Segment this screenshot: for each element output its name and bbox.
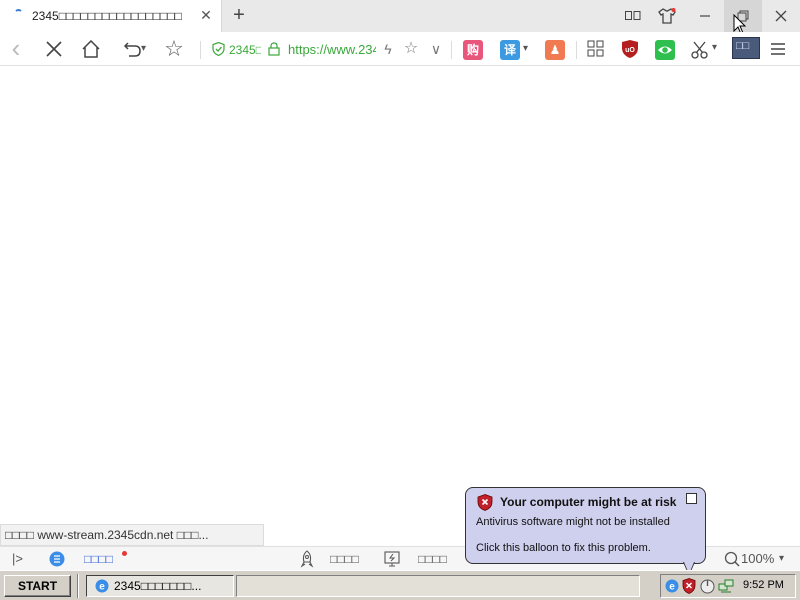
balloon-close-button[interactable] bbox=[686, 493, 697, 504]
tab-list-icon bbox=[625, 11, 641, 20]
translate-extension-icon[interactable]: 译 bbox=[500, 40, 520, 60]
loading-spinner-icon bbox=[14, 9, 23, 18]
screen-capture-icon[interactable] bbox=[384, 551, 400, 567]
bookmark-star-icon[interactable]: ☆ bbox=[403, 40, 419, 58]
balloon-title: Your computer might be at risk bbox=[500, 495, 677, 509]
ublock-shield-icon: uO bbox=[622, 40, 638, 58]
lightning-icon[interactable]: ϟ bbox=[380, 40, 396, 58]
security-shield-icon bbox=[212, 42, 225, 56]
ublock-label: uO bbox=[625, 47, 635, 54]
screenshot-label[interactable]: □□□□ bbox=[418, 551, 447, 567]
undo-icon bbox=[123, 42, 141, 57]
taskbar-window-label: 2345□□□□□□□... bbox=[114, 579, 202, 593]
screenshot-button[interactable]: ▾ bbox=[690, 40, 720, 60]
apps-button[interactable] bbox=[587, 40, 607, 60]
divider bbox=[576, 41, 577, 59]
security-center-shield-icon bbox=[477, 494, 493, 511]
svg-text:e: e bbox=[99, 582, 105, 593]
new-tab-button[interactable]: + bbox=[228, 4, 250, 26]
news-icon[interactable] bbox=[49, 551, 65, 567]
hamburger-icon bbox=[771, 43, 785, 55]
stop-icon bbox=[46, 41, 62, 57]
svg-text:e: e bbox=[669, 582, 675, 593]
security-alert-balloon[interactable]: Your computer might be at risk Antivirus… bbox=[465, 487, 706, 564]
close-window-button[interactable] bbox=[762, 0, 800, 32]
status-url-tooltip: □□□□ www-stream.2345cdn.net □□□... bbox=[0, 524, 264, 546]
stop-button[interactable] bbox=[42, 37, 66, 61]
power-tray-icon[interactable] bbox=[700, 578, 715, 594]
browser-e-icon: e bbox=[95, 579, 109, 593]
zoom-icon[interactable] bbox=[724, 551, 740, 567]
main-menu-button[interactable] bbox=[770, 42, 790, 58]
rocket-icon[interactable] bbox=[300, 550, 314, 568]
zoom-dropdown-icon[interactable]: ▾ bbox=[779, 551, 784, 567]
taskbar: START e 2345□□□□□□□... e 9:52 PM bbox=[0, 570, 800, 600]
news-label[interactable]: □□□□ bbox=[84, 551, 113, 567]
apps-grid-icon bbox=[587, 40, 604, 57]
back-button[interactable]: ‹ bbox=[4, 35, 28, 61]
browser-tray-icon[interactable]: e bbox=[665, 579, 679, 593]
zoom-level[interactable]: 100% bbox=[741, 551, 774, 567]
skin-button[interactable] bbox=[648, 0, 686, 32]
taskbar-empty-area[interactable] bbox=[236, 575, 640, 597]
ublock-extension-button[interactable]: uO bbox=[621, 39, 641, 61]
undo-dropdown-icon[interactable]: ▾ bbox=[141, 37, 146, 61]
lock-icon[interactable] bbox=[268, 42, 280, 56]
notification-dot bbox=[122, 551, 127, 556]
navigation-bar: ‹ ▾ ☆ 2345□ https://www.2345.com/ ϟ ☆ ∨ … bbox=[0, 32, 800, 66]
clock[interactable]: 9:52 PM bbox=[743, 579, 784, 591]
game-extension-icon[interactable]: ♟ bbox=[545, 40, 565, 60]
close-icon bbox=[775, 10, 787, 22]
site-identity-label[interactable]: 2345□ bbox=[229, 43, 261, 57]
taskbar-divider bbox=[77, 574, 79, 598]
minimize-button[interactable] bbox=[686, 0, 724, 32]
sidebar-menu-label: □□ bbox=[736, 40, 750, 52]
favorite-button[interactable]: ☆ bbox=[162, 37, 186, 61]
eye-icon bbox=[655, 40, 675, 60]
sidebar-toggle-button[interactable]: |> bbox=[12, 551, 23, 567]
sidebar-menu-button[interactable]: □□ bbox=[732, 37, 760, 59]
tab-title: 2345□□□□□□□□□□□□□□□□□ bbox=[32, 9, 182, 23]
home-button[interactable] bbox=[79, 37, 103, 61]
accelerate-label[interactable]: □□□□ bbox=[330, 551, 359, 567]
minimize-icon bbox=[700, 15, 710, 17]
shopping-extension-icon[interactable]: 购 bbox=[463, 40, 483, 60]
browser-tab[interactable]: 2345□□□□□□□□□□□□□□□□□ ✕ bbox=[0, 0, 222, 32]
undo-close-tab-button[interactable]: ▾ bbox=[116, 37, 150, 61]
divider bbox=[451, 41, 452, 59]
system-tray: e 9:52 PM bbox=[660, 574, 796, 598]
translate-dropdown-icon[interactable]: ▾ bbox=[523, 43, 528, 54]
address-bar[interactable]: 2345□ https://www.2345.com/ ϟ ☆ ∨ bbox=[204, 37, 448, 61]
tab-close-icon[interactable]: ✕ bbox=[198, 7, 214, 23]
scissors-icon bbox=[691, 41, 708, 59]
security-tray-icon[interactable] bbox=[682, 578, 696, 594]
start-button[interactable]: START bbox=[4, 575, 71, 597]
network-tray-icon[interactable] bbox=[718, 578, 734, 594]
tab-list-button[interactable] bbox=[614, 0, 652, 32]
balloon-message: Antivirus software might not be installe… bbox=[476, 516, 670, 528]
tshirt-icon bbox=[658, 8, 676, 24]
balloon-action-text[interactable]: Click this balloon to fix this problem. bbox=[476, 542, 651, 554]
taskbar-window-button[interactable]: e 2345□□□□□□□... bbox=[86, 575, 234, 597]
tab-bar: 2345□□□□□□□□□□□□□□□□□ ✕ + bbox=[0, 0, 800, 32]
url-input[interactable]: https://www.2345.com/ bbox=[288, 42, 376, 57]
page-content[interactable] bbox=[0, 66, 800, 524]
address-dropdown-icon[interactable]: ∨ bbox=[428, 40, 444, 58]
home-icon bbox=[82, 39, 100, 58]
eye-care-extension-button[interactable] bbox=[655, 40, 675, 60]
divider bbox=[200, 41, 201, 59]
screenshot-dropdown-icon[interactable]: ▾ bbox=[712, 42, 717, 53]
